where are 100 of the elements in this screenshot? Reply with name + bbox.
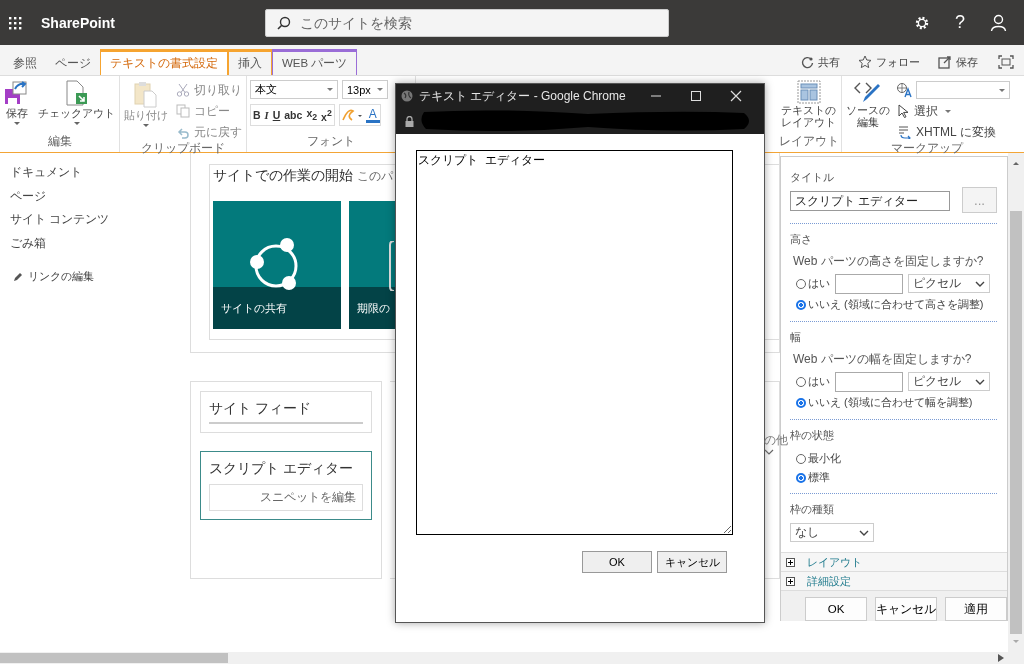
ribbon-action[interactable]: 保存 (932, 49, 984, 75)
radio-label: 標準 (808, 470, 830, 485)
chrome-type-dropdown[interactable]: なし (790, 523, 874, 542)
size-input[interactable] (835, 273, 903, 294)
format-button[interactable]: abc (282, 109, 305, 121)
pane-button[interactable]: 適用 (945, 597, 1007, 621)
dialog-button[interactable]: OK (582, 551, 652, 573)
radio-label: はい (808, 374, 830, 389)
expand-icon[interactable] (786, 557, 795, 567)
ribbon-large-button[interactable]: 保存 (2, 78, 32, 134)
vertical-scrollbar[interactable] (1008, 153, 1024, 652)
ribbon-tab[interactable]: 挿入 (228, 49, 272, 75)
maximize-icon[interactable] (690, 90, 702, 102)
save-icon (938, 55, 952, 69)
format-button[interactable]: I (262, 109, 271, 121)
nav-link[interactable]: ドキュメント (10, 165, 190, 189)
section-heading: 高さ (790, 232, 813, 247)
size-input[interactable] (835, 371, 903, 392)
radio-button[interactable] (796, 453, 806, 464)
pane-button[interactable]: キャンセル (875, 597, 937, 621)
language-icon[interactable] (896, 82, 912, 98)
edit-snippet-button[interactable]: スニペットを編集 (209, 484, 363, 511)
web-part-title: サイト フィード (209, 400, 363, 424)
unit-dropdown[interactable]: ピクセル (908, 372, 990, 391)
close-icon[interactable] (730, 90, 742, 102)
person-icon[interactable] (990, 14, 1007, 31)
format-button[interactable]: x$_{2}$ (304, 107, 320, 123)
select-button[interactable]: 選択 (896, 102, 1010, 120)
style-dropdown[interactable]: 本文 (250, 80, 338, 99)
radio-label: はい (808, 276, 830, 291)
ribbon-action[interactable]: フォロー (852, 49, 926, 75)
collapsible-section[interactable]: 詳細設定 (781, 571, 1007, 590)
promoted-tile[interactable]: サイトの共有 (213, 201, 341, 329)
group-label: レイアウト (779, 134, 839, 149)
section-heading: 枠の状態 (790, 428, 835, 443)
focus-mode-icon[interactable] (998, 55, 1014, 69)
waffle-menu-icon[interactable] (8, 15, 22, 30)
format-button[interactable]: B (251, 109, 263, 121)
horizontal-scrollbar[interactable] (0, 652, 1024, 664)
ribbon-tab[interactable]: テキストの書式設定 (100, 49, 228, 75)
chevron-down-icon (859, 529, 869, 536)
text-layout-button[interactable]: テキストの レイアウト (779, 78, 838, 134)
unit-dropdown[interactable]: ピクセル (908, 274, 990, 293)
group-label: 編集 (46, 134, 73, 149)
ribbon-tab[interactable]: ページ (46, 49, 100, 75)
ribbon-large-button[interactable]: チェックアウト (36, 78, 117, 134)
undo-icon (176, 125, 190, 139)
settings-icon[interactable] (914, 14, 930, 31)
edit-links-link[interactable]: リンクの編集 (10, 269, 190, 284)
cursor-icon (898, 104, 910, 118)
format-button[interactable]: U (270, 109, 283, 121)
nav-link[interactable]: サイト コンテンツ (10, 212, 190, 236)
web-part-title: サイトでの作業の開始 (213, 167, 353, 185)
tile-caption: サイトの共有 (213, 287, 341, 329)
section-title: レイアウト (807, 554, 862, 570)
radio-button[interactable] (796, 299, 806, 310)
radio-button[interactable] (796, 376, 806, 387)
group-label: マークアップ (890, 141, 965, 156)
help-button[interactable]: ? (955, 12, 965, 33)
web-part-subtitle: このパ (357, 168, 393, 185)
lock-icon (405, 115, 414, 127)
text-editor-area[interactable]: スクリプト エディター (416, 150, 733, 535)
title-input[interactable]: スクリプト エディター (790, 191, 950, 211)
question-text: Web パーツの幅を固定しますか? (793, 351, 973, 368)
group-label: フォント (306, 134, 356, 149)
clipboard-icon (133, 80, 159, 108)
expand-icon[interactable] (786, 576, 795, 586)
pane-button[interactable]: OK (805, 597, 867, 621)
radio-button[interactable] (796, 397, 806, 408)
radio-button[interactable] (796, 472, 806, 483)
collapsible-section[interactable]: レイアウト (781, 552, 1007, 571)
dialog-button[interactable]: キャンセル (657, 551, 727, 573)
nav-link[interactable]: ごみ箱 (10, 235, 190, 259)
search-field[interactable]: このサイトを検索 (264, 8, 669, 37)
edit-source-button[interactable]: ソースの 編集 (844, 78, 892, 141)
font-size-dropdown[interactable]: 13px (342, 80, 388, 99)
radio-button[interactable] (796, 278, 806, 289)
convert-xhtml-button[interactable]: XHTML に変換 (896, 123, 1010, 141)
nav-link[interactable]: ページ (10, 188, 190, 212)
scroll-right-icon[interactable] (998, 654, 1004, 662)
window-title: テキスト エディター - Google Chrome (419, 87, 627, 105)
copy-icon (176, 104, 190, 118)
format-button[interactable]: x$^{2}$ (319, 107, 334, 123)
chevron-down-icon (975, 378, 985, 385)
layout-icon (796, 80, 821, 104)
question-text: Web パーツの高さを固定しますか? (793, 253, 985, 270)
section-heading: 枠の種類 (790, 502, 835, 517)
pencil-icon (13, 271, 23, 282)
section-heading: 幅 (790, 330, 802, 345)
web-part[interactable]: サイト フィード (200, 391, 372, 433)
ribbon-tab[interactable]: WEB パーツ (272, 49, 358, 75)
radio-label: いいえ (領域に合わせて高さを調整) (808, 297, 984, 312)
ribbon-action[interactable]: 共有 (795, 49, 846, 75)
chevron-down-icon (975, 280, 985, 287)
star-icon (858, 55, 872, 69)
ribbon-tab[interactable]: 参照 (4, 49, 46, 75)
web-part[interactable]: スクリプト エディター スニペットを編集 (200, 451, 372, 520)
scissors-icon (176, 83, 190, 97)
radio-label: 最小化 (808, 451, 841, 466)
app-name[interactable]: SharePoint (41, 14, 115, 31)
